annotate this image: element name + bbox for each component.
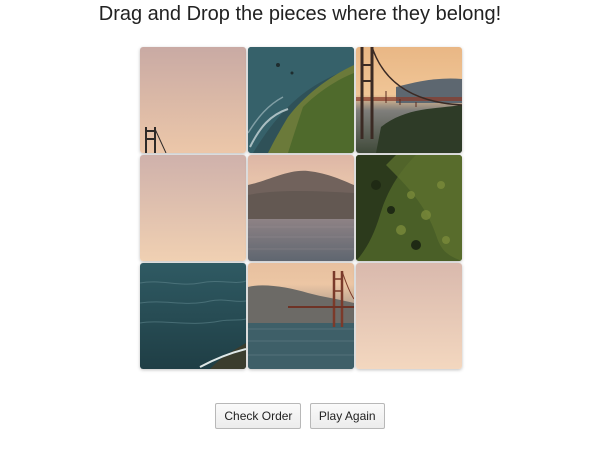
tile-image — [356, 155, 462, 261]
tile-image — [140, 47, 246, 153]
tile-image — [248, 47, 354, 153]
puzzle-tile[interactable] — [356, 155, 462, 261]
tile-image — [248, 155, 354, 261]
puzzle-tile[interactable] — [140, 47, 246, 153]
puzzle-tile[interactable] — [248, 155, 354, 261]
puzzle-tile[interactable] — [140, 155, 246, 261]
puzzle-tile[interactable] — [140, 263, 246, 369]
play-again-button[interactable]: Play Again — [309, 403, 385, 429]
puzzle-board — [140, 47, 463, 369]
tile-image — [140, 263, 246, 369]
puzzle-page: Drag and Drop the pieces where they belo… — [0, 0, 600, 449]
puzzle-tile[interactable] — [248, 47, 354, 153]
tile-image — [356, 47, 462, 153]
puzzle-controls: Check Order Play Again — [0, 403, 600, 429]
tile-image — [248, 263, 354, 369]
page-title: Drag and Drop the pieces where they belo… — [98, 3, 502, 25]
tile-image — [356, 263, 462, 369]
puzzle-tile[interactable] — [356, 47, 462, 153]
puzzle-tile[interactable] — [356, 263, 462, 369]
check-order-button[interactable]: Check Order — [215, 403, 302, 429]
tile-image — [140, 155, 246, 261]
puzzle-tile[interactable] — [248, 263, 354, 369]
